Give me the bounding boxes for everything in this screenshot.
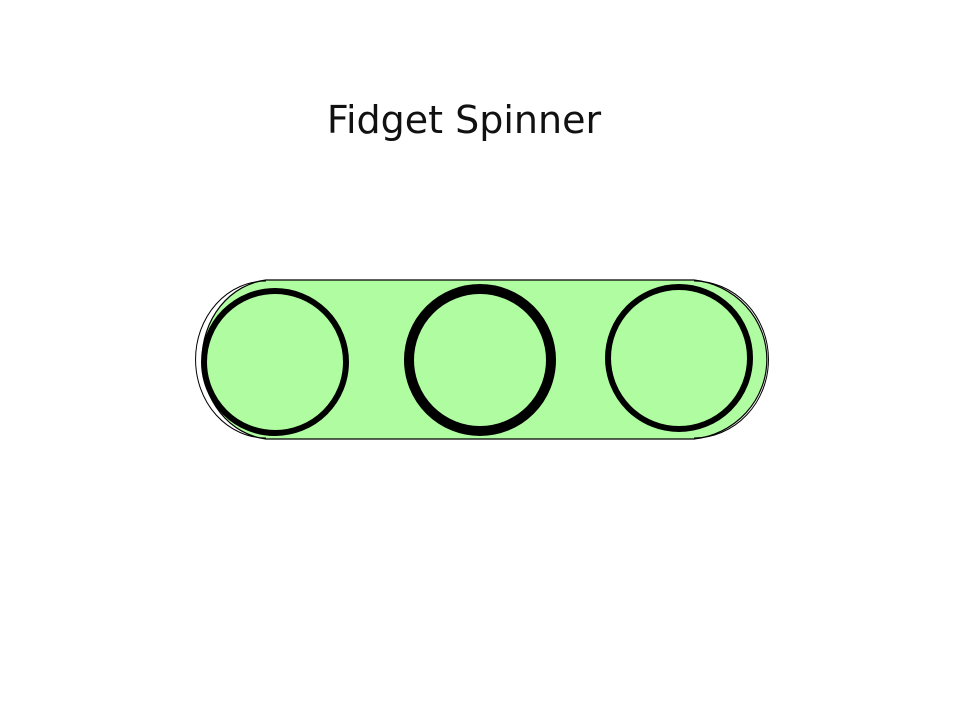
left-bearing-ring <box>201 288 349 436</box>
right-bearing-ring <box>605 284 753 432</box>
fidget-spinner-diagram <box>195 279 769 440</box>
page: Fidget Spinner <box>0 0 960 720</box>
center-bearing-ring <box>404 284 556 436</box>
